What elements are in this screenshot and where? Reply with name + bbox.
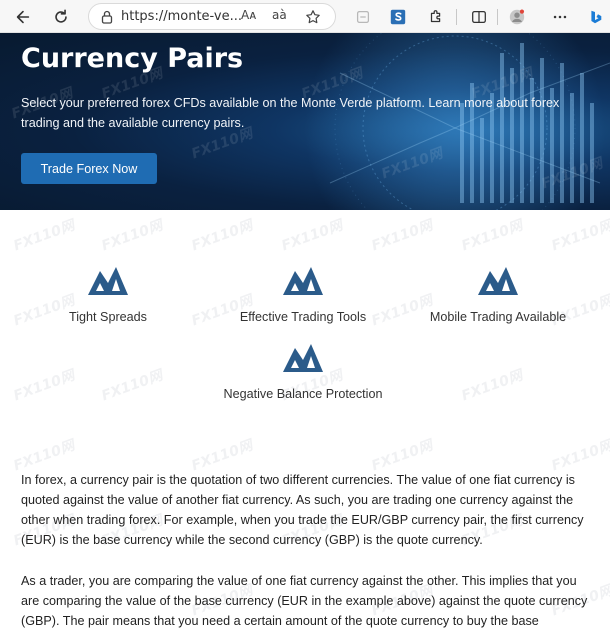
extension-icon[interactable] [350, 4, 376, 30]
read-aloud-icon[interactable]: Aᴀ [241, 8, 256, 22]
feature-negative-balance-protection: Negative Balance Protection [203, 340, 403, 401]
profile-avatar[interactable] [504, 4, 530, 30]
page-title: Currency Pairs [21, 43, 244, 74]
trade-forex-now-button[interactable]: Trade Forex Now [21, 153, 157, 184]
favorite-star-icon[interactable] [305, 9, 321, 25]
back-icon[interactable] [10, 4, 36, 30]
feature-effective-trading-tools: Effective Trading Tools [203, 263, 403, 324]
more-options-icon[interactable] [547, 4, 573, 30]
feature-mobile-trading-available: Mobile Trading Available [398, 263, 598, 324]
hero-banner: FX110网 FX110网 FX110网 FX110网 FX110网 FX110… [0, 33, 610, 210]
content-paragraph: In forex, a currency pair is the quotati… [21, 473, 584, 547]
toolbar-separator [456, 9, 457, 25]
url-text[interactable]: https://monte-ve... [121, 9, 242, 24]
address-bar[interactable]: https://monte-ve... Aᴀ aà [88, 3, 336, 30]
mountain-logo-icon [283, 267, 323, 295]
lock-icon [101, 10, 113, 24]
mountain-logo-icon [283, 344, 323, 372]
refresh-icon[interactable] [48, 4, 74, 30]
hero-description: Select your preferred forex CFDs availab… [21, 96, 560, 130]
translate-icon[interactable]: aà [272, 8, 287, 22]
mountain-logo-icon [88, 267, 128, 295]
browser-toolbar: https://monte-ve... Aᴀ aà [0, 0, 610, 33]
mountain-logo-icon [478, 267, 518, 295]
copilot-icon[interactable] [582, 4, 608, 30]
feature-label: Negative Balance Protection [223, 387, 383, 401]
feature-label: Mobile Trading Available [429, 310, 567, 324]
extensions-puzzle-icon[interactable] [423, 4, 449, 30]
feature-label: Effective Trading Tools [239, 310, 367, 324]
s-extension-icon[interactable] [385, 4, 411, 30]
split-screen-icon[interactable] [466, 4, 492, 30]
content-paragraph: As a trader, you are comparing the value… [21, 574, 588, 638]
feature-label: Tight Spreads [69, 310, 147, 324]
feature-tight-spreads: Tight Spreads [8, 263, 208, 324]
toolbar-separator [497, 9, 498, 25]
